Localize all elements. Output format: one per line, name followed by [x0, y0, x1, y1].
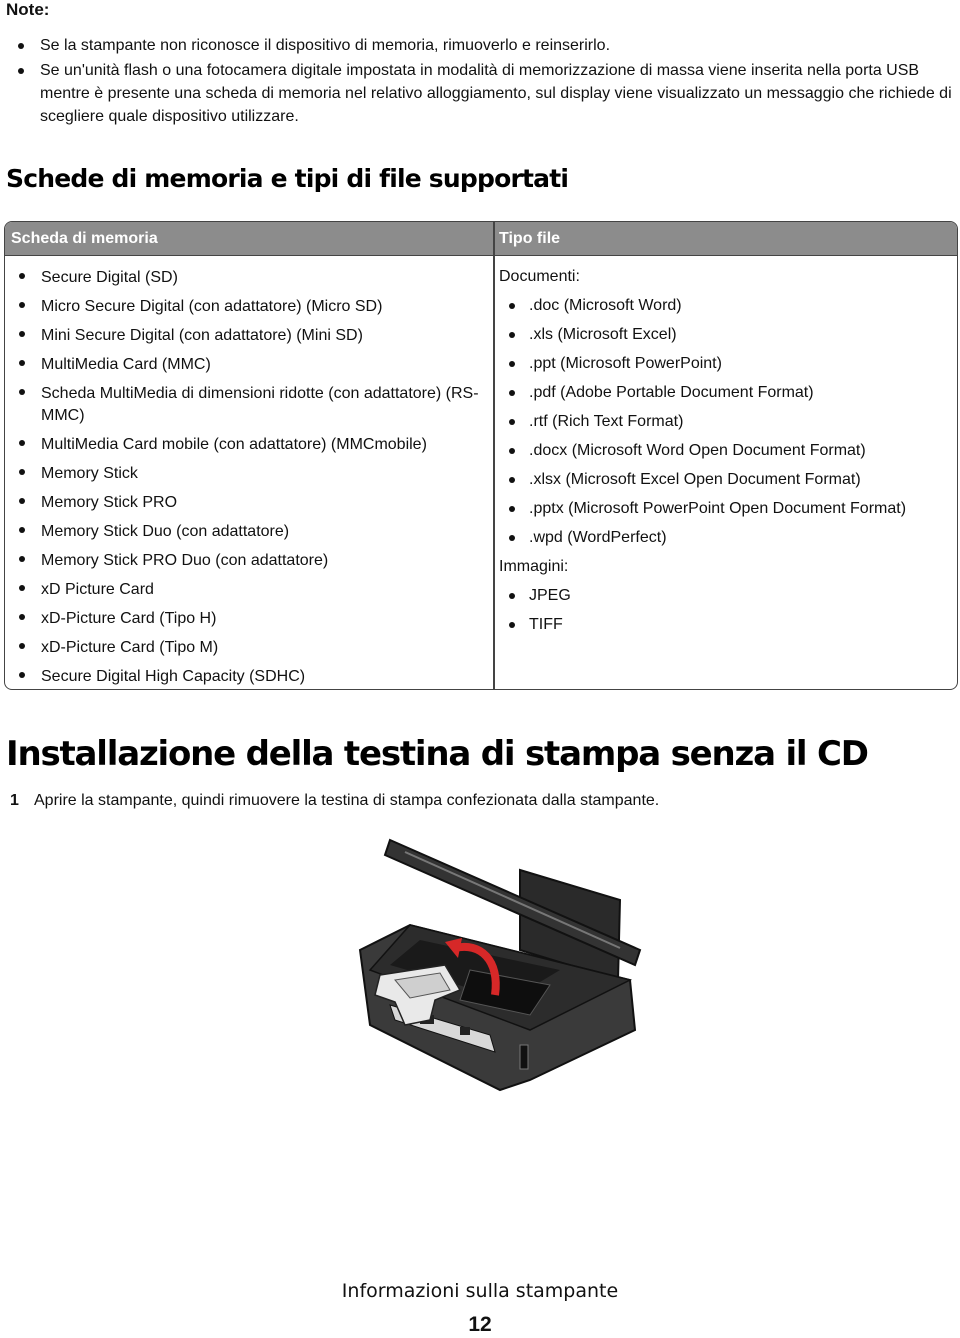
note-item: Se un'unità flash o una fotocamera digit…: [6, 59, 956, 128]
document-type-item: .docx (Microsoft Word Open Document Form…: [509, 436, 957, 465]
document-type-list: .doc (Microsoft Word) .xls (Microsoft Exc…: [499, 291, 957, 552]
memory-card-item: Scheda MultiMedia di dimensioni ridotte …: [7, 380, 491, 431]
image-type-item: TIFF: [505, 610, 957, 639]
memory-card-table: Scheda di memoria Tipo file Secure Digit…: [4, 221, 958, 690]
documents-label: Documenti:: [499, 268, 580, 285]
printer-printhead-icon: [358, 838, 642, 1092]
memory-card-item: Memory Stick PRO Duo (con adattatore): [7, 547, 491, 576]
memory-card-item: Secure Digital High Capacity (SDHC): [7, 663, 491, 689]
printer-illustration: [350, 830, 650, 1100]
step-text: Aprire la stampante, quindi rimuovere la…: [34, 792, 660, 809]
memory-card-item: Mini Secure Digital (con adattatore) (Mi…: [7, 322, 491, 351]
file-type-cell: Documenti: .doc (Microsoft Word) .xls (Mi…: [499, 262, 957, 639]
images-label: Immagini:: [499, 558, 569, 575]
memory-card-item: Memory Stick Duo (con adattatore): [7, 518, 491, 547]
table-header-row: Scheda di memoria Tipo file: [5, 222, 957, 256]
memory-card-item: xD-Picture Card (Tipo M): [7, 634, 491, 663]
section-heading-printhead-install: Installazione della testina di stampa se…: [6, 734, 869, 774]
note-title: Note:: [6, 0, 50, 19]
document-type-item: .pptx (Microsoft PowerPoint Open Documen…: [509, 494, 957, 523]
column-header-file-type: Tipo file: [499, 230, 561, 247]
document-type-item: .xls (Microsoft Excel): [509, 320, 957, 349]
image-type-item: JPEG: [505, 581, 957, 610]
step-item: 1 Aprire la stampante, quindi rimuovere l…: [10, 792, 659, 810]
document-type-item: .rtf (Rich Text Format): [509, 407, 957, 436]
document-type-item: .doc (Microsoft Word): [509, 291, 957, 320]
footer-section-title: Informazioni sulla stampante: [341, 1280, 619, 1302]
document-type-item: .pdf (Adobe Portable Document Format): [509, 378, 957, 407]
note-item: Se la stampante non riconosce il disposi…: [6, 34, 956, 57]
memory-card-item: Memory Stick: [7, 460, 491, 489]
document-type-item: .ppt (Microsoft PowerPoint): [509, 349, 957, 378]
image-type-list: JPEG TIFF: [499, 581, 957, 639]
memory-card-item: xD Picture Card: [7, 576, 491, 605]
document-type-item: .xlsx (Microsoft Excel Open Document For…: [509, 465, 957, 494]
document-type-item: .wpd (WordPerfect): [509, 523, 957, 552]
memory-card-item: MultiMedia Card mobile (con adattatore) …: [7, 431, 491, 460]
memory-card-item: Micro Secure Digital (con adattatore) (M…: [7, 293, 491, 322]
note-list: Se la stampante non riconosce il disposi…: [6, 34, 956, 130]
step-number: 1: [10, 792, 19, 809]
memory-card-item: xD-Picture Card (Tipo H): [7, 605, 491, 634]
memory-card-item: Secure Digital (SD): [7, 264, 491, 293]
page-number: 12: [468, 1313, 492, 1336]
memory-card-item: Memory Stick PRO: [7, 489, 491, 518]
section-heading-memory-cards: Schede di memoria e tipi di file support…: [6, 164, 569, 193]
column-header-memory-card: Scheda di memoria: [11, 230, 158, 247]
memory-card-item: MultiMedia Card (MMC): [7, 351, 491, 380]
memory-card-list: Secure Digital (SD) Micro Secure Digital …: [7, 264, 491, 689]
column-divider: [493, 222, 495, 689]
